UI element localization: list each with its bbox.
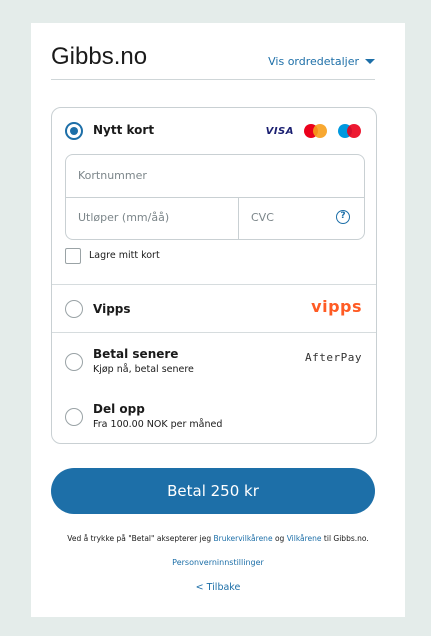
- chevron-down-icon: [365, 59, 375, 64]
- shop-title: Gibbs.no: [51, 43, 148, 70]
- terms-prefix: Ved å trykke på "Betal" aksepterer jeg: [67, 534, 214, 543]
- split-subtitle: Fra 100.00 NOK per måned: [93, 419, 223, 430]
- pay-later-title: Betal senere: [93, 347, 179, 361]
- user-terms-link[interactable]: Brukervilkårene: [213, 534, 272, 543]
- pay-button[interactable]: Betal 250 kr: [51, 468, 375, 514]
- afterpay-logo: AfterPay: [305, 351, 362, 364]
- privacy-settings-row: Personverninnstillinger: [31, 558, 405, 567]
- card-number-field[interactable]: Kortnummer: [66, 155, 364, 198]
- maestro-icon: [338, 124, 362, 138]
- method-split[interactable]: Del opp Fra 100.00 NOK per måned: [52, 390, 376, 443]
- mastercard-icon: [304, 124, 328, 138]
- card-method-title: Nytt kort: [93, 123, 155, 137]
- card-number-placeholder: Kortnummer: [78, 169, 147, 182]
- card-logos: VISA: [266, 124, 362, 138]
- order-details-label: Vis ordredetaljer: [268, 55, 359, 68]
- split-radio[interactable]: [65, 408, 83, 426]
- card-input-group: Kortnummer Utløper (mm/åå) CVC ?: [65, 154, 365, 240]
- terms-suffix: til Gibbs.no.: [321, 534, 369, 543]
- vipps-radio[interactable]: [65, 300, 83, 318]
- method-vipps[interactable]: Vipps vipps: [52, 284, 376, 333]
- method-pay-later[interactable]: Betal senere Kjøp nå, betal senere After…: [52, 332, 376, 391]
- split-title: Del opp: [93, 402, 145, 416]
- card-radio[interactable]: [65, 122, 83, 140]
- terms-middle: og: [272, 534, 287, 543]
- cvc-field[interactable]: CVC ?: [239, 197, 364, 239]
- vipps-title: Vipps: [93, 302, 131, 316]
- help-icon[interactable]: ?: [336, 210, 350, 224]
- expiry-placeholder: Utløper (mm/åå): [78, 211, 170, 224]
- privacy-settings-link[interactable]: Personverninnstillinger: [172, 558, 264, 567]
- payment-methods: Nytt kort VISA Kortnummer Utløper (mm/åå…: [51, 107, 377, 444]
- cvc-placeholder: CVC: [251, 211, 274, 224]
- visa-icon: VISA: [265, 125, 294, 137]
- expiry-field[interactable]: Utløper (mm/åå): [66, 197, 239, 239]
- order-details-toggle[interactable]: Vis ordredetaljer: [268, 55, 375, 68]
- pay-later-subtitle: Kjøp nå, betal senere: [93, 364, 194, 375]
- method-card[interactable]: Nytt kort VISA Kortnummer Utløper (mm/åå…: [52, 108, 376, 284]
- terms-text: Ved å trykke på "Betal" aksepterer jeg B…: [31, 534, 405, 543]
- terms-link[interactable]: Vilkårene: [287, 534, 322, 543]
- back-link[interactable]: < Tilbake: [196, 582, 241, 593]
- pay-later-radio[interactable]: [65, 353, 83, 371]
- vipps-logo: vipps: [311, 297, 362, 316]
- checkout-card: Gibbs.no Vis ordredetaljer Nytt kort VIS…: [31, 23, 405, 617]
- back-row: < Tilbake: [31, 582, 405, 593]
- header: Gibbs.no Vis ordredetaljer: [51, 43, 375, 80]
- save-card-label: Lagre mitt kort: [89, 250, 160, 261]
- save-card-checkbox[interactable]: [65, 248, 81, 264]
